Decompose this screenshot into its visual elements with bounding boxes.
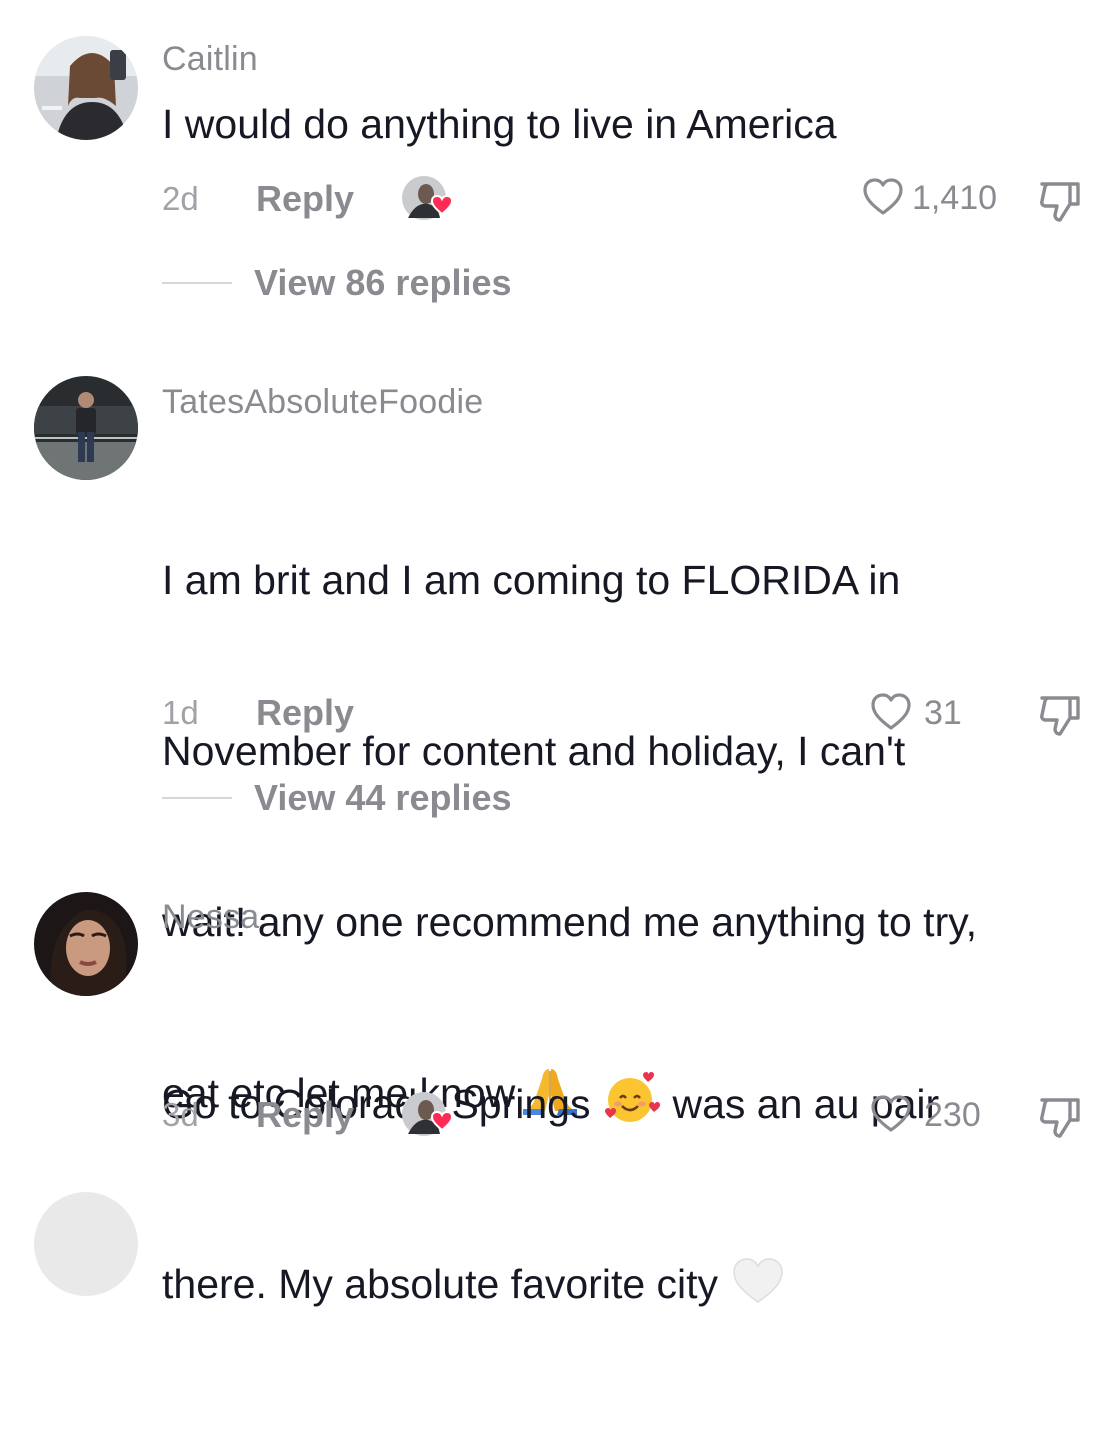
thumbs-down-icon[interactable] bbox=[1036, 178, 1084, 224]
view-replies-label[interactable]: View 86 replies bbox=[254, 262, 512, 304]
avatar bbox=[34, 1192, 138, 1296]
comment-username[interactable]: TatesAbsoluteFoodie bbox=[162, 383, 483, 422]
creator-liked-badge bbox=[402, 1090, 458, 1140]
reply-button[interactable]: Reply bbox=[256, 178, 354, 220]
comment-text: Go to Colorado Springs was an au pair th… bbox=[162, 952, 1092, 1434]
comment-text-segment: there. My absolute favorite city bbox=[162, 1261, 719, 1307]
replies-divider bbox=[162, 797, 232, 799]
like-count: 31 bbox=[924, 694, 962, 732]
view-replies[interactable]: View 86 replies bbox=[162, 262, 562, 304]
replies-divider bbox=[162, 282, 232, 284]
reply-button[interactable]: Reply bbox=[256, 692, 354, 734]
avatar[interactable] bbox=[34, 36, 138, 140]
comment-timestamp: 1d bbox=[162, 694, 199, 731]
comment-text-line: wait! any one recommend me anything to t… bbox=[162, 899, 978, 945]
comment-text-line: I am brit and I am coming to FLORIDA in bbox=[162, 557, 901, 603]
comment-timestamp: 2d bbox=[162, 180, 199, 217]
creator-liked-badge bbox=[402, 174, 458, 224]
like-control[interactable]: 230 bbox=[870, 1094, 1000, 1142]
avatar[interactable] bbox=[34, 376, 138, 480]
smiling-face-with-hearts-icon bbox=[605, 1072, 661, 1122]
comment-timestamp: 3d bbox=[162, 1096, 199, 1133]
view-replies-label[interactable]: View 44 replies bbox=[254, 777, 512, 819]
white-heart-icon bbox=[733, 1258, 783, 1303]
like-count: 230 bbox=[924, 1096, 981, 1134]
reply-button[interactable]: Reply bbox=[256, 1094, 354, 1136]
like-control[interactable]: 31 bbox=[870, 692, 980, 740]
comment-text-segment: Go to Colorado Springs bbox=[162, 1081, 591, 1127]
like-count: 1,410 bbox=[912, 179, 998, 217]
avatar[interactable] bbox=[34, 892, 138, 996]
comment-text-line: there. My absolute favorite city bbox=[162, 1254, 1092, 1314]
view-replies[interactable]: View 44 replies bbox=[162, 777, 562, 819]
comment-username[interactable]: Caitlin bbox=[162, 40, 258, 79]
comment-username[interactable]: Nessa bbox=[162, 898, 259, 937]
like-control[interactable]: 1,410 bbox=[862, 177, 1002, 225]
heart-outline-icon[interactable] bbox=[870, 1094, 912, 1134]
heart-outline-icon[interactable] bbox=[862, 177, 904, 217]
heart-outline-icon[interactable] bbox=[870, 692, 912, 732]
comment-text: I would do anything to live in America bbox=[162, 101, 837, 147]
thumbs-down-icon[interactable] bbox=[1036, 692, 1084, 738]
thumbs-down-icon[interactable] bbox=[1036, 1094, 1084, 1140]
